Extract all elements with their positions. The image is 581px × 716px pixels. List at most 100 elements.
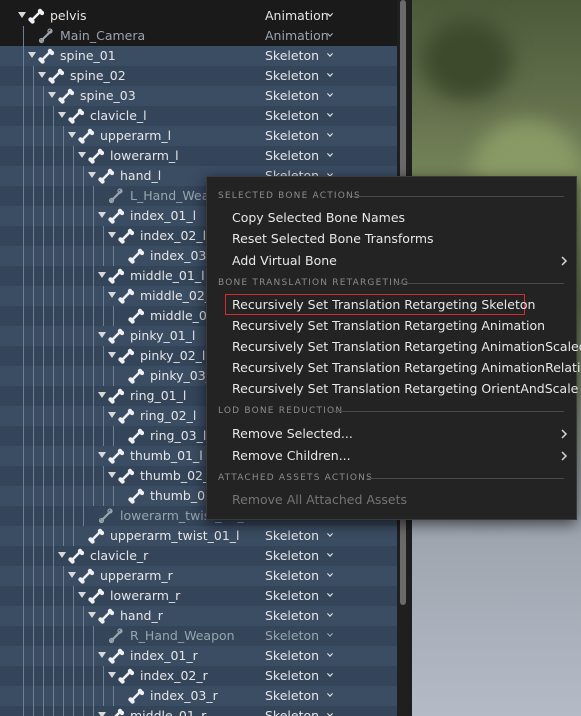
- collapse-arrow-icon[interactable]: [78, 152, 86, 158]
- bone-row[interactable]: Main_Camera Animation: [0, 26, 397, 46]
- bone-icon: [128, 428, 144, 444]
- collapse-arrow-icon[interactable]: [98, 712, 106, 716]
- bone-row[interactable]: clavicle_l Skeleton: [0, 106, 397, 126]
- collapse-arrow-icon[interactable]: [88, 172, 96, 178]
- collapse-arrow-icon[interactable]: [98, 212, 106, 218]
- chevron-down-icon[interactable]: [327, 652, 333, 658]
- translation-retargeting-dropdown[interactable]: Skeleton: [265, 567, 319, 585]
- bone-row[interactable]: spine_03 Skeleton: [0, 86, 397, 106]
- chevron-down-icon[interactable]: [327, 552, 333, 558]
- chevron-down-icon[interactable]: [327, 92, 333, 98]
- translation-retargeting-dropdown[interactable]: Animation: [265, 27, 329, 45]
- retarget-animation-scaled-item[interactable]: Recursively Set Translation Retargeting …: [232, 338, 581, 356]
- translation-retargeting-dropdown[interactable]: Skeleton: [265, 707, 319, 716]
- bone-row[interactable]: index_03_r Skeleton: [0, 686, 397, 706]
- remove-all-attached-assets-item[interactable]: Remove All Attached Assets: [232, 491, 407, 509]
- translation-retargeting-dropdown[interactable]: Skeleton: [265, 127, 319, 145]
- collapse-arrow-icon[interactable]: [98, 452, 106, 458]
- copy-selected-bone-names-item[interactable]: Copy Selected Bone Names: [232, 209, 405, 227]
- bone-row[interactable]: hand_r Skeleton: [0, 606, 397, 626]
- bone-row[interactable]: upperarm_twist_01_l Skeleton: [0, 526, 397, 546]
- translation-retargeting-dropdown[interactable]: Skeleton: [265, 687, 319, 705]
- translation-retargeting-dropdown[interactable]: Skeleton: [265, 587, 319, 605]
- translation-retargeting-dropdown[interactable]: Skeleton: [265, 147, 319, 165]
- add-virtual-bone-item[interactable]: Add Virtual Bone: [232, 252, 337, 270]
- chevron-down-icon[interactable]: [327, 52, 333, 58]
- chevron-down-icon[interactable]: [327, 712, 333, 716]
- chevron-down-icon[interactable]: [327, 612, 333, 618]
- bone-row[interactable]: pelvis Animation: [0, 6, 397, 26]
- collapse-arrow-icon[interactable]: [108, 472, 116, 478]
- bone-row[interactable]: index_01_r Skeleton: [0, 646, 397, 666]
- translation-retargeting-dropdown[interactable]: Skeleton: [265, 647, 319, 665]
- chevron-down-icon[interactable]: [327, 692, 333, 698]
- collapse-arrow-icon[interactable]: [58, 112, 66, 118]
- hierarchy-line: [70, 286, 78, 306]
- translation-retargeting-dropdown[interactable]: Skeleton: [265, 627, 319, 645]
- collapse-arrow-icon[interactable]: [78, 592, 86, 598]
- collapse-arrow-icon[interactable]: [98, 272, 106, 278]
- hierarchy-line: [20, 446, 28, 466]
- collapse-arrow-icon[interactable]: [108, 292, 116, 298]
- collapse-arrow-icon[interactable]: [108, 412, 116, 418]
- bone-row[interactable]: spine_01 Skeleton: [0, 46, 397, 66]
- bone-row[interactable]: upperarm_l Skeleton: [0, 126, 397, 146]
- hierarchy-line: [30, 406, 38, 426]
- chevron-down-icon[interactable]: [327, 532, 333, 538]
- collapse-arrow-icon[interactable]: [38, 72, 46, 78]
- retarget-animation-item[interactable]: Recursively Set Translation Retargeting …: [232, 317, 545, 335]
- reset-selected-bone-transforms-item[interactable]: Reset Selected Bone Transforms: [232, 230, 434, 248]
- bone-row[interactable]: index_02_r Skeleton: [0, 666, 397, 686]
- translation-retargeting-dropdown[interactable]: Skeleton: [265, 547, 319, 565]
- remove-selected-item[interactable]: Remove Selected...: [232, 425, 353, 443]
- collapse-arrow-icon[interactable]: [58, 552, 66, 558]
- retarget-skeleton-item[interactable]: Recursively Set Translation Retargeting …: [232, 296, 535, 314]
- retarget-animation-relative-item[interactable]: Recursively Set Translation Retargeting …: [232, 359, 581, 377]
- collapse-arrow-icon[interactable]: [48, 92, 56, 98]
- bone-row[interactable]: lowerarm_r Skeleton: [0, 586, 397, 606]
- chevron-down-icon[interactable]: [327, 132, 333, 138]
- chevron-down-icon[interactable]: [327, 112, 333, 118]
- chevron-down-icon[interactable]: [327, 632, 333, 638]
- collapse-arrow-icon[interactable]: [108, 352, 116, 358]
- bone-row[interactable]: upperarm_r Skeleton: [0, 566, 397, 586]
- hierarchy-line: [40, 286, 48, 306]
- section-header-bone-translation-retargeting: BONE TRANSLATION RETARGETING: [218, 278, 410, 288]
- collapse-arrow-icon[interactable]: [98, 392, 106, 398]
- translation-retargeting-dropdown[interactable]: Skeleton: [265, 607, 319, 625]
- bone-row[interactable]: spine_02 Skeleton: [0, 66, 397, 86]
- chevron-down-icon[interactable]: [327, 32, 333, 38]
- collapse-arrow-icon[interactable]: [68, 572, 76, 578]
- translation-retargeting-dropdown[interactable]: Skeleton: [265, 667, 319, 685]
- collapse-arrow-icon[interactable]: [98, 332, 106, 338]
- translation-retargeting-dropdown[interactable]: Skeleton: [265, 67, 319, 85]
- chevron-down-icon[interactable]: [327, 672, 333, 678]
- collapse-arrow-icon[interactable]: [108, 232, 116, 238]
- translation-retargeting-dropdown[interactable]: Skeleton: [265, 87, 319, 105]
- collapse-arrow-icon[interactable]: [108, 672, 116, 678]
- collapse-arrow-icon[interactable]: [28, 52, 36, 58]
- chevron-down-icon[interactable]: [327, 12, 333, 18]
- collapse-arrow-icon[interactable]: [98, 652, 106, 658]
- translation-retargeting-dropdown[interactable]: Skeleton: [265, 527, 319, 545]
- bone-name: ring_01_l: [130, 388, 187, 403]
- hierarchy-line: [20, 166, 28, 186]
- translation-retargeting-dropdown[interactable]: Skeleton: [265, 107, 319, 125]
- bone-row[interactable]: clavicle_r Skeleton: [0, 546, 397, 566]
- chevron-down-icon[interactable]: [327, 572, 333, 578]
- chevron-down-icon[interactable]: [327, 152, 333, 158]
- bone-row[interactable]: R_Hand_Weapon Skeleton: [0, 626, 397, 646]
- collapse-arrow-icon[interactable]: [68, 132, 76, 138]
- collapse-arrow-icon[interactable]: [88, 612, 96, 618]
- translation-retargeting-dropdown[interactable]: Animation: [265, 7, 329, 25]
- chevron-down-icon[interactable]: [327, 592, 333, 598]
- retarget-orient-and-scale-item[interactable]: Recursively Set Translation Retargeting …: [232, 380, 578, 398]
- chevron-down-icon[interactable]: [327, 72, 333, 78]
- hierarchy-line: [60, 146, 68, 166]
- collapse-arrow-icon[interactable]: [18, 12, 26, 18]
- bone-name: spine_02: [70, 68, 126, 83]
- translation-retargeting-dropdown[interactable]: Skeleton: [265, 47, 319, 65]
- bone-row[interactable]: lowerarm_l Skeleton: [0, 146, 397, 166]
- bone-row[interactable]: middle_01_r Skeleton: [0, 706, 397, 716]
- remove-children-item[interactable]: Remove Children...: [232, 447, 351, 465]
